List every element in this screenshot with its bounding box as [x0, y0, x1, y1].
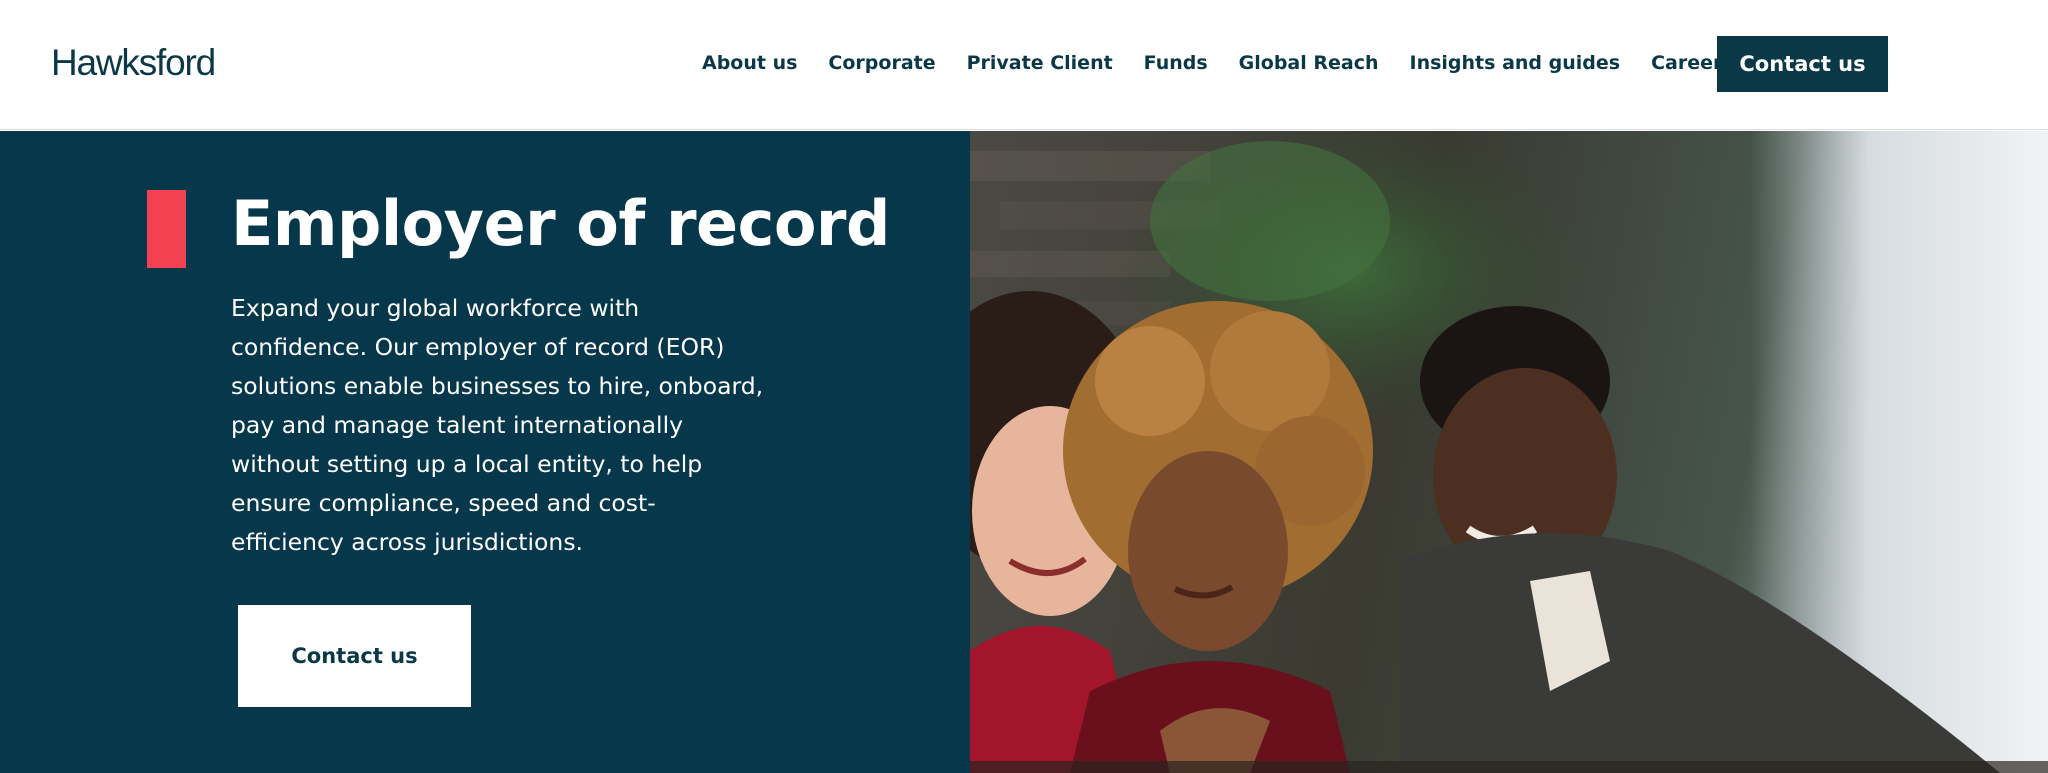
header-contact-us-button[interactable]: Contact us [1717, 36, 1888, 92]
nav-item-about-us[interactable]: About us [702, 49, 797, 77]
hero-text-panel: Employer of record Expand your global wo… [0, 131, 970, 773]
site-header: Hawksford About us Corporate Private Cli… [0, 0, 2048, 130]
team-photo-illustration [970, 131, 2048, 773]
hero-description: Expand your global workforce with confid… [231, 289, 831, 562]
hero-description-line: solutions enable businesses to hire, onb… [231, 372, 764, 400]
hero-description-line: Expand your global workforce with [231, 294, 640, 322]
hero-team-photo [970, 131, 2048, 773]
page-title: Employer of record [231, 187, 890, 260]
nav-item-private-client[interactable]: Private Client [967, 49, 1113, 77]
nav-item-funds[interactable]: Funds [1144, 49, 1208, 77]
nav-item-global-reach[interactable]: Global Reach [1239, 49, 1379, 77]
hero-description-line: ensure compliance, speed and cost- [231, 489, 656, 517]
nav-item-corporate[interactable]: Corporate [828, 49, 935, 77]
hero-contact-us-button[interactable]: Contact us [238, 605, 471, 707]
hero-description-line: without setting up a local entity, to he… [231, 450, 703, 478]
hero-description-line: efficiency across jurisdictions. [231, 528, 584, 556]
nav-item-insights-and-guides[interactable]: Insights and guides [1410, 49, 1621, 77]
hero-section: Employer of record Expand your global wo… [0, 131, 2048, 773]
hero-description-line: confidence. Our employer of record (EOR) [231, 333, 725, 361]
main-nav: About us Corporate Private Client Funds … [702, 49, 1734, 77]
hero-description-line: pay and manage talent internationally [231, 411, 684, 439]
title-accent-bar [147, 190, 186, 268]
hawksford-logo[interactable]: Hawksford [51, 40, 216, 86]
